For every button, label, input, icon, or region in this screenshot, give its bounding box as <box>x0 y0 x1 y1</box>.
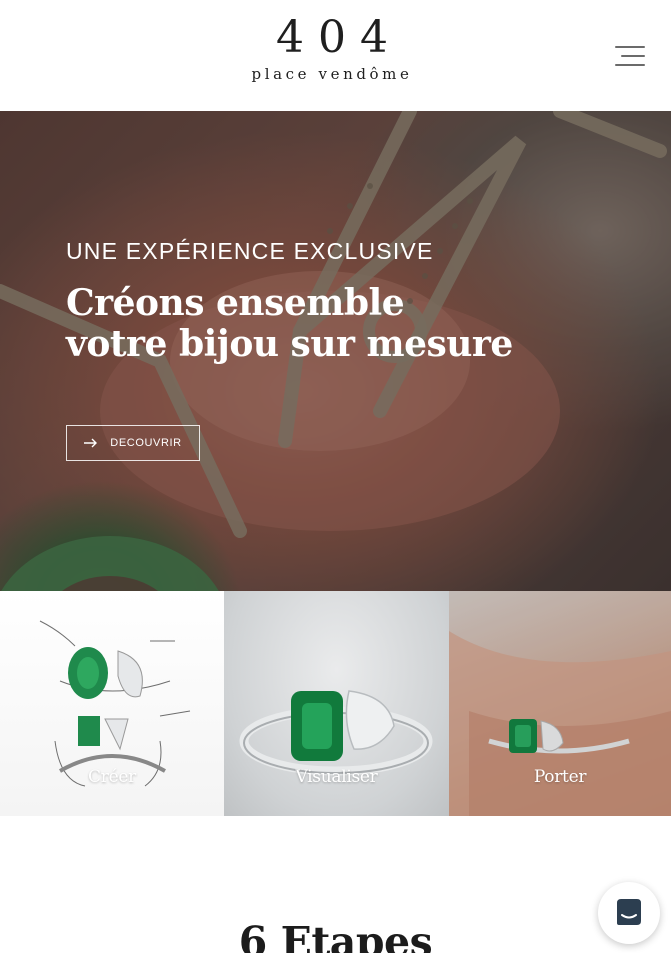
hero-title-line: votre bijou sur mesure <box>66 323 513 365</box>
tile-create[interactable]: Créer <box>0 591 224 816</box>
brand-logo[interactable]: 404 place vendôme <box>246 16 418 86</box>
tile-wear[interactable]: Porter <box>449 591 671 816</box>
tile-visualize-label: Visualiser <box>295 767 378 787</box>
site-header: 404 place vendôme <box>0 0 671 111</box>
discover-button-label: DECOUVRIR <box>110 437 182 449</box>
tile-visualize[interactable]: Visualiser <box>224 591 449 816</box>
hero-eyebrow: UNE EXPÉRIENCE EXCLUSIVE <box>66 238 434 264</box>
process-tiles: Créer Visualiser Porter <box>0 591 671 816</box>
logo-number: 404 <box>276 12 402 63</box>
discover-button[interactable]: DECOUVRIR <box>66 425 200 461</box>
menu-line <box>615 64 645 66</box>
tile-create-label: Créer <box>88 767 136 787</box>
chat-launcher-button[interactable] <box>598 882 660 944</box>
arrow-right-icon <box>84 438 98 448</box>
logo-subtitle: place vendôme <box>251 65 413 83</box>
menu-line <box>621 55 645 57</box>
hero-banner: UNE EXPÉRIENCE EXCLUSIVE Créons ensemble… <box>0 111 671 591</box>
hamburger-menu-icon[interactable] <box>611 44 645 68</box>
menu-line <box>615 46 645 48</box>
hero-title-line: Créons ensemble <box>66 282 405 324</box>
steps-heading: 6 Etapes <box>238 918 433 953</box>
hero-title: Créons ensemble votre bijou sur mesure <box>66 283 513 365</box>
tile-wear-label: Porter <box>533 767 587 787</box>
chat-bubble-icon <box>617 899 641 925</box>
